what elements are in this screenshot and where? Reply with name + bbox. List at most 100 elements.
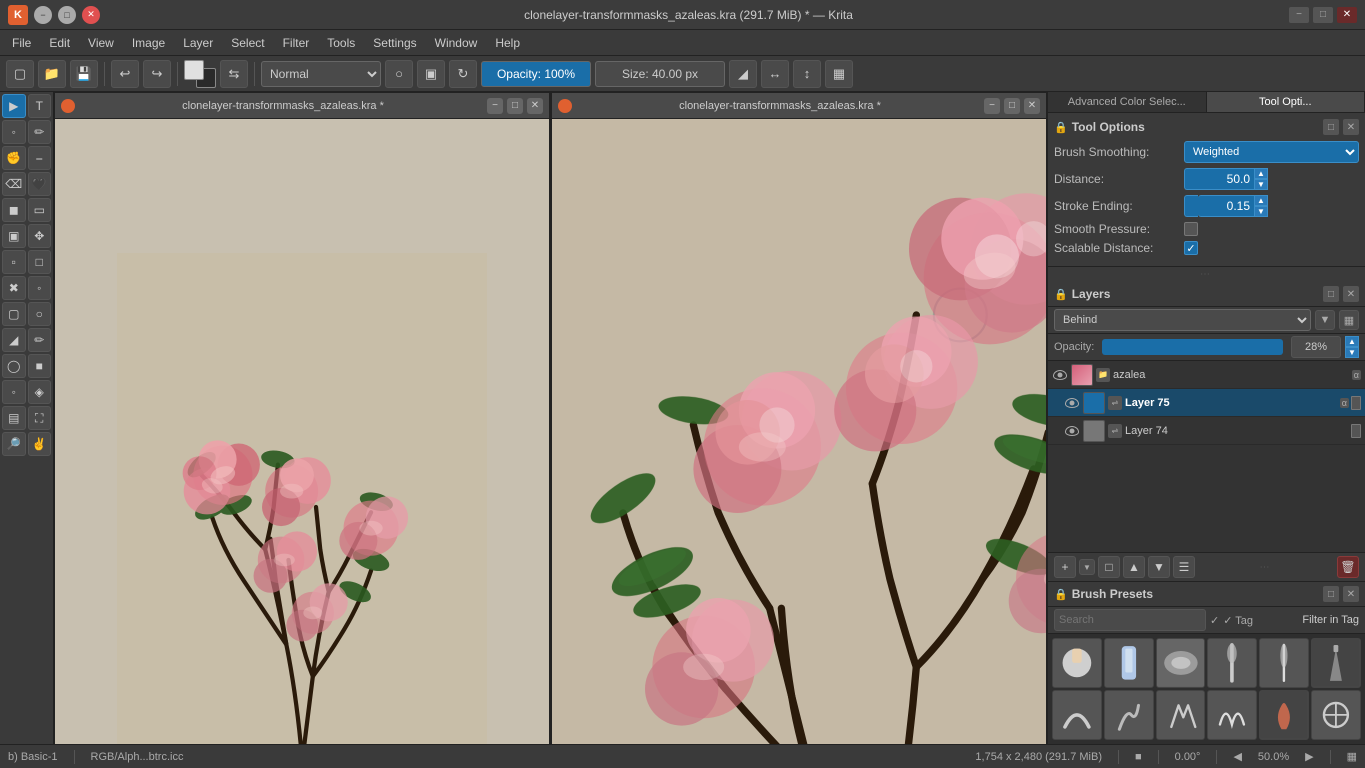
layers-close-btn[interactable]: ✕ — [1343, 286, 1359, 302]
brush-search-input[interactable] — [1054, 609, 1206, 631]
zoom-tool[interactable]: 🔎 — [2, 432, 26, 456]
move-layer-up-btn[interactable]: ▲ — [1123, 556, 1145, 578]
blend-mode-select[interactable]: Normal Multiply Screen Behind — [261, 61, 381, 87]
status-mirror-icon[interactable]: ■ — [1135, 751, 1142, 763]
scalable-distance-checkbox[interactable]: ✓ — [1184, 241, 1198, 255]
smart-patch[interactable]: ◈ — [28, 380, 52, 404]
tab-tool-options[interactable]: Tool Opti... — [1207, 92, 1365, 112]
stroke-ending-input[interactable] — [1198, 195, 1254, 217]
opacity-display[interactable]: Opacity: 100% — [481, 61, 591, 87]
gradient-tool[interactable]: ▭ — [28, 198, 52, 222]
layer-item-74[interactable]: ⇌ Layer 74 — [1048, 417, 1365, 445]
new-document-btn[interactable]: ▢ — [6, 60, 34, 88]
wrap-btn[interactable]: ▣ — [417, 60, 445, 88]
text-tool[interactable]: T — [28, 94, 52, 118]
layers-filter-icon[interactable]: ▦ — [1339, 310, 1359, 330]
undo-btn[interactable]: ↩ — [111, 60, 139, 88]
tool-options-close[interactable]: ✕ — [1343, 119, 1359, 135]
eyedropper-tool[interactable]: 🖤 — [28, 172, 52, 196]
window-minimize[interactable]: − — [34, 6, 52, 24]
tool-options-float[interactable]: □ — [1323, 119, 1339, 135]
delete-layer-btn[interactable]: 🗑 — [1337, 556, 1359, 578]
menu-tools[interactable]: Tools — [319, 34, 363, 52]
brush-thumb-9[interactable] — [1156, 690, 1206, 740]
doc2-canvas[interactable] — [552, 119, 1046, 744]
layer-item-azalea[interactable]: 📁 azalea α — [1048, 361, 1365, 389]
transform-tool[interactable]: ▫ — [2, 250, 26, 274]
brush-thumb-8[interactable] — [1104, 690, 1154, 740]
doc2-restore[interactable]: □ — [1004, 98, 1020, 114]
add-layer-dropdown[interactable]: ▼ — [1079, 559, 1095, 575]
angle-btn[interactable]: ◢ — [729, 60, 757, 88]
menu-image[interactable]: Image — [124, 34, 173, 52]
window-close[interactable]: ✕ — [82, 6, 100, 24]
menu-window[interactable]: Window — [427, 34, 486, 52]
line-tool[interactable]: ⎯ — [28, 146, 52, 170]
stroke-ending-down[interactable]: ▼ — [1254, 206, 1268, 217]
magnetic-select[interactable]: ◯ — [2, 354, 26, 378]
title-minimize-btn[interactable]: − — [1289, 7, 1309, 23]
layers-float-btn[interactable]: □ — [1323, 286, 1339, 302]
rect-select[interactable]: ▢ — [2, 302, 26, 326]
doc2-close[interactable]: ✕ — [1024, 98, 1040, 114]
duplicate-layer-btn[interactable]: □ — [1098, 556, 1120, 578]
clear-btn[interactable]: ○ — [385, 60, 413, 88]
brush-thumb-5[interactable] — [1259, 638, 1309, 688]
add-layer-btn[interactable]: + — [1054, 556, 1076, 578]
menu-filter[interactable]: Filter — [275, 34, 318, 52]
layers-opacity-slider[interactable] — [1102, 339, 1283, 355]
doc1-canvas[interactable] — [55, 119, 549, 744]
smooth-pressure-checkbox[interactable] — [1184, 222, 1198, 236]
measurement-tool[interactable]: ⛶ — [28, 406, 52, 430]
menu-help[interactable]: Help — [487, 34, 528, 52]
ellipse-select[interactable]: ○ — [28, 302, 52, 326]
layers-opacity-value[interactable]: 28% — [1291, 336, 1341, 358]
doc1-minimize[interactable]: − — [487, 98, 503, 114]
opacity-up[interactable]: ▲ — [1345, 336, 1359, 347]
brush-thumb-10[interactable] — [1207, 690, 1257, 740]
brush-thumb-3[interactable] — [1156, 638, 1206, 688]
layer-74-visibility[interactable] — [1064, 423, 1080, 439]
refresh-btn[interactable]: ↻ — [449, 60, 477, 88]
brush-thumb-7[interactable] — [1052, 690, 1102, 740]
brush-thumb-4[interactable] — [1207, 638, 1257, 688]
status-zoom-in[interactable]: ▶ — [1305, 750, 1313, 763]
reference-tool[interactable]: ▤ — [2, 406, 26, 430]
doc1-restore[interactable]: □ — [507, 98, 523, 114]
layers-blend-select[interactable]: Behind Normal Multiply — [1054, 309, 1311, 331]
brush-presets-close[interactable]: ✕ — [1343, 586, 1359, 602]
title-close-btn[interactable]: ✕ — [1337, 7, 1357, 23]
layer-item-75[interactable]: ⇌ Layer 75 α — [1048, 389, 1365, 417]
path-tool[interactable]: ✖ — [2, 276, 26, 300]
freehand-select[interactable]: ◦ — [2, 120, 26, 144]
eraser-tool[interactable]: ⌫ — [2, 172, 26, 196]
opacity-down[interactable]: ▼ — [1345, 347, 1359, 358]
pan-tool[interactable]: ✌ — [28, 432, 52, 456]
doc2-minimize[interactable]: − — [984, 98, 1000, 114]
save-document-btn[interactable]: 💾 — [70, 60, 98, 88]
menu-settings[interactable]: Settings — [365, 34, 424, 52]
frame-btn[interactable]: ▦ — [825, 60, 853, 88]
brush-thumb-12[interactable] — [1311, 690, 1361, 740]
move-tool[interactable]: ✥ — [28, 224, 52, 248]
distance-up[interactable]: ▲ — [1254, 168, 1268, 179]
brush-thumb-11[interactable] — [1259, 690, 1309, 740]
flip-h-btn[interactable]: ↔ — [761, 60, 789, 88]
brush-thumb-2[interactable] — [1104, 638, 1154, 688]
size-display[interactable]: Size: 40.00 px — [595, 61, 725, 87]
lasso-tool[interactable]: ◦ — [2, 380, 26, 404]
doc1-close[interactable]: ✕ — [527, 98, 543, 114]
brush-thumb-1[interactable] — [1052, 638, 1102, 688]
window-maximize[interactable]: □ — [58, 6, 76, 24]
fill-tool[interactable]: ◼ — [2, 198, 26, 222]
status-zoom-out[interactable]: ◀ — [1233, 750, 1241, 763]
paint-select[interactable]: ✏ — [28, 328, 52, 352]
menu-edit[interactable]: Edit — [41, 34, 78, 52]
menu-select[interactable]: Select — [223, 34, 272, 52]
paint-tool[interactable]: ✏ — [28, 120, 52, 144]
layer-azalea-visibility[interactable] — [1052, 367, 1068, 383]
stroke-ending-up[interactable]: ▲ — [1254, 195, 1268, 206]
color-swatches[interactable] — [184, 60, 216, 88]
status-fullscreen-btn[interactable]: ▦ — [1347, 750, 1357, 763]
layer-properties-btn[interactable]: ☰ — [1173, 556, 1195, 578]
